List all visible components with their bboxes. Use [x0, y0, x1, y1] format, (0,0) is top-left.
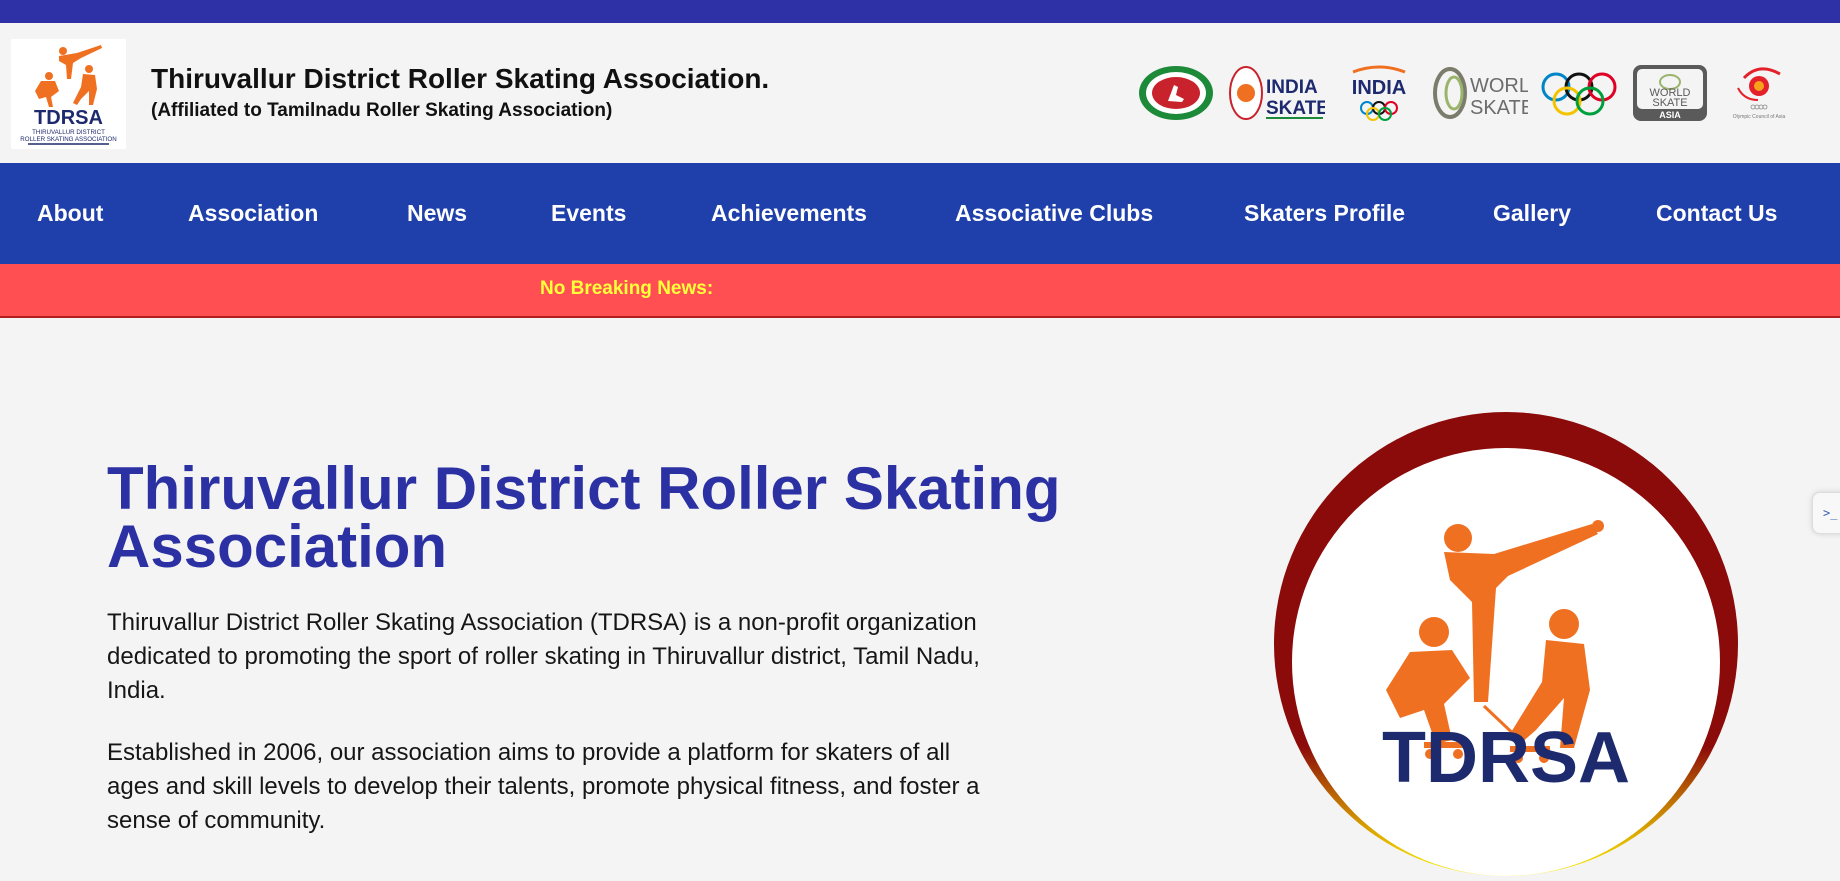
svg-text:SKATE: SKATE [1652, 97, 1687, 109]
svg-text:THIRUVALLUR DISTRICT: THIRUVALLUR DISTRICT [32, 129, 105, 136]
india-skate-logo[interactable]: INDIA SKATE [1228, 63, 1326, 123]
breaking-news-ticker: No Breaking News: [0, 264, 1840, 318]
hero-title: Thiruvallur District Roller Skating Asso… [107, 455, 1061, 580]
hero-paragraph-intro: Thiruvallur District Roller Skating Asso… [107, 609, 980, 704]
svg-text:Olympic Council of Asia: Olympic Council of Asia [1733, 114, 1786, 120]
site-subtitle: (Affiliated to Tamilnadu Roller Skating … [151, 100, 613, 121]
svg-text:WORLD: WORLD [1470, 75, 1528, 97]
tdrsa-logo[interactable]: TDRSA THIRUVALLUR DISTRICT ROLLER SKATIN… [11, 39, 126, 149]
nav-item-achievements[interactable]: Achievements [711, 163, 867, 264]
sdat-seal-icon[interactable] [1137, 63, 1215, 123]
nav-item-skaters-profile[interactable]: Skaters Profile [1244, 163, 1405, 264]
nav-item-associative-clubs[interactable]: Associative Clubs [955, 163, 1153, 264]
svg-text:TDRSA: TDRSA [1382, 718, 1630, 798]
nav-item-gallery[interactable]: Gallery [1493, 163, 1571, 264]
world-skate-logo[interactable]: WORLD SKATE [1432, 63, 1528, 123]
india-olympic-logo[interactable]: INDIA [1342, 63, 1416, 123]
nav-item-news[interactable]: News [407, 163, 467, 264]
svg-text:INDIA: INDIA [1266, 77, 1318, 98]
site-title: Thiruvallur District Roller Skating Asso… [151, 63, 770, 94]
breaking-news-text: No Breaking News: [540, 278, 714, 299]
svg-text:INDIA: INDIA [1352, 77, 1406, 99]
svg-text:ASIA: ASIA [1659, 110, 1681, 120]
world-skate-asia-logo[interactable]: WORLD SKATE ASIA [1631, 63, 1709, 123]
svg-text:SKATE: SKATE [1266, 98, 1325, 119]
nav-item-about[interactable]: About [37, 163, 103, 264]
top-color-strip [0, 0, 1840, 23]
svg-text:SKATE: SKATE [1470, 97, 1528, 119]
main-navigation: About Association News Events Achievemen… [0, 163, 1840, 264]
tdrsa-round-logo-icon: TDRSA [1274, 412, 1738, 876]
hero-round-logo: TDRSA [1274, 412, 1738, 876]
nav-item-events[interactable]: Events [551, 163, 626, 264]
oca-logo[interactable]: Olympic Council of Asia [1724, 63, 1794, 123]
side-terminal-tab[interactable]: >_ [1812, 492, 1840, 534]
hero-paragraph-established: Established in 2006, our association aim… [107, 739, 980, 834]
nav-item-association[interactable]: Association [188, 163, 318, 264]
site-header: TDRSA THIRUVALLUR DISTRICT ROLLER SKATIN… [0, 23, 1840, 163]
skaters-logo-icon: TDRSA THIRUVALLUR DISTRICT ROLLER SKATIN… [20, 45, 117, 145]
olympic-rings-icon[interactable] [1540, 63, 1618, 123]
nav-item-contact-us[interactable]: Contact Us [1656, 163, 1777, 264]
svg-text:TDRSA: TDRSA [34, 107, 103, 129]
svg-text:ROLLER SKATING ASSOCIATION: ROLLER SKATING ASSOCIATION [20, 136, 116, 143]
